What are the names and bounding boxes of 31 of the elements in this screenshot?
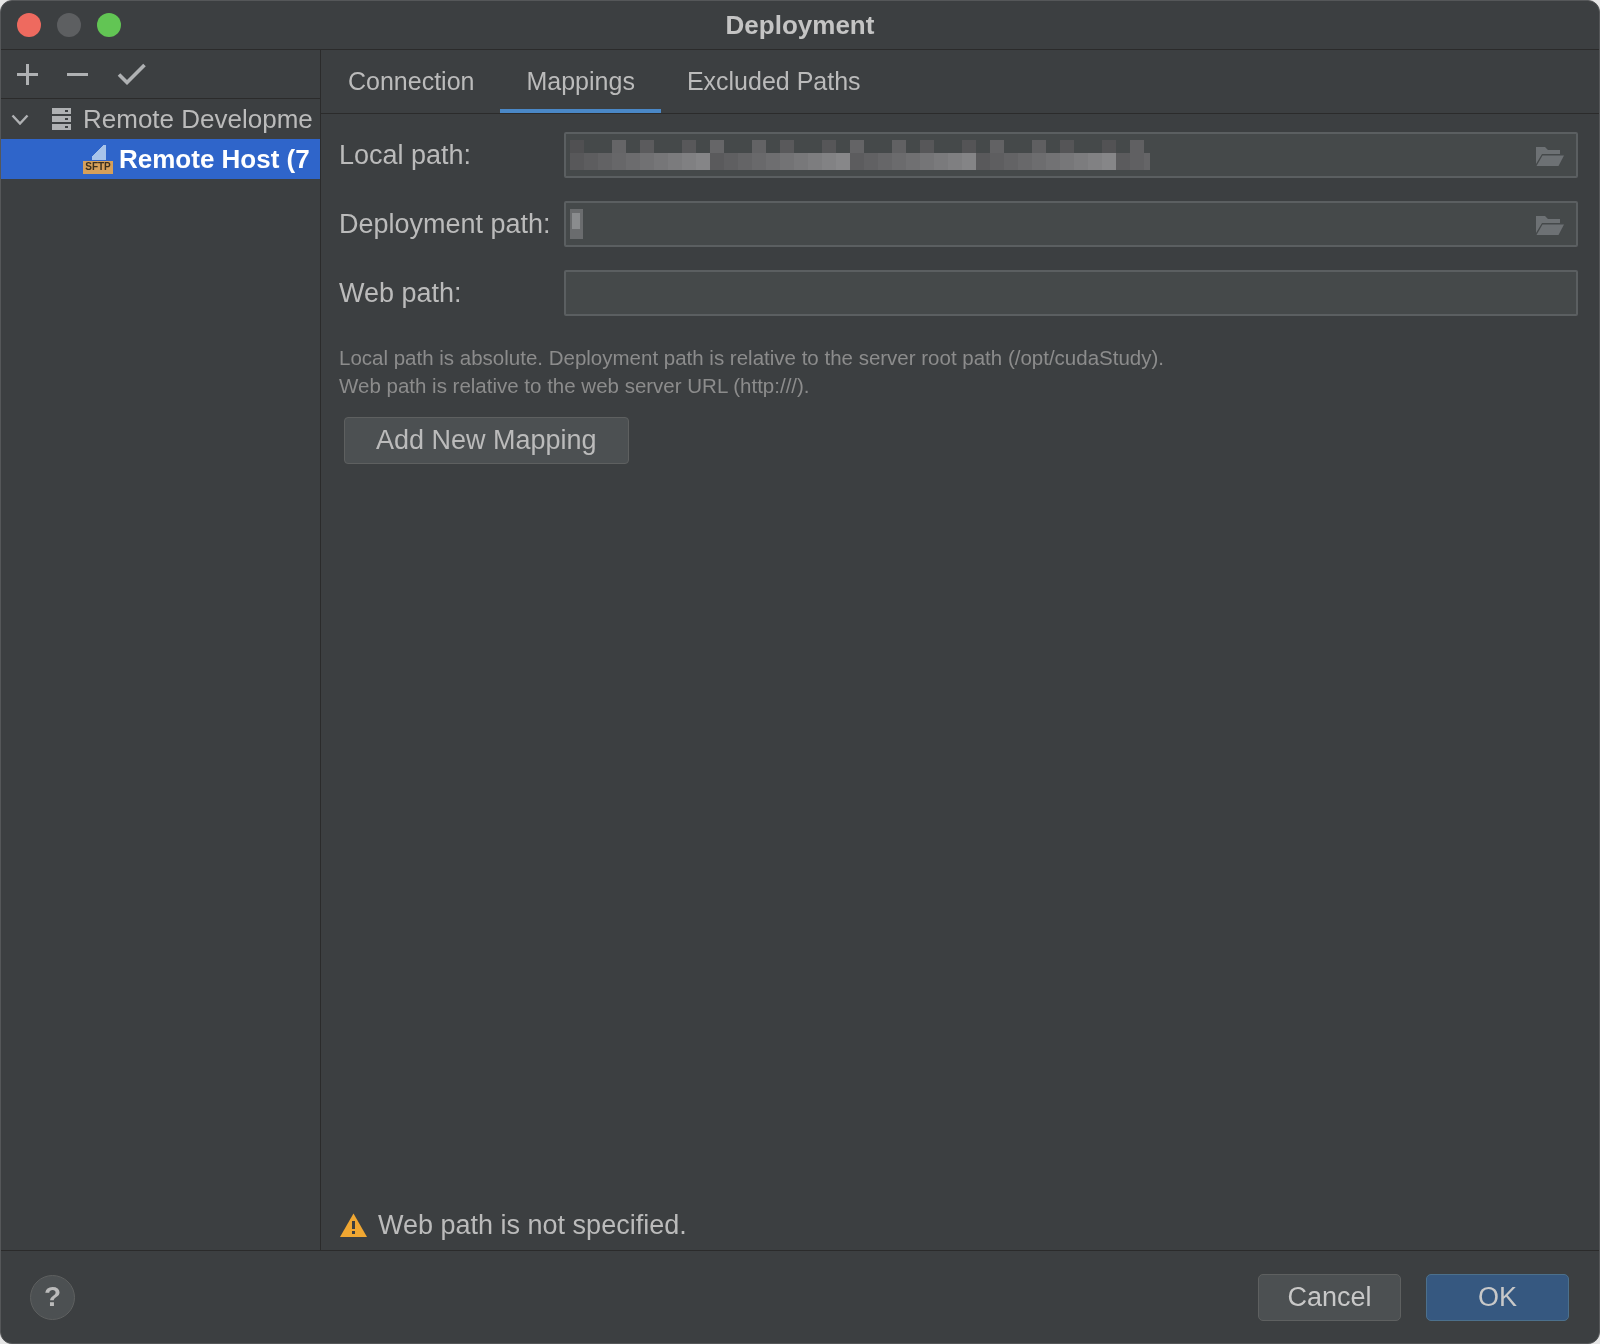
text-field[interactable]	[564, 270, 1578, 316]
add-mapping-button[interactable]: Add New Mapping	[344, 417, 629, 464]
cancel-button[interactable]: Cancel	[1258, 1273, 1401, 1321]
check-icon[interactable]	[117, 63, 146, 85]
hint-text: Local path is absolute. Deployment path is relative to the server root path (/opt/cudaStudy).	[339, 345, 1165, 371]
text-field[interactable]	[564, 201, 1578, 247]
tab[interactable]: Connection	[322, 50, 501, 113]
server-icon	[52, 108, 71, 130]
plus-icon[interactable]	[17, 63, 38, 85]
hint-text: Web path is relative to the web server URL (http:///).	[339, 373, 811, 399]
chevron-down-icon[interactable]	[11, 113, 29, 125]
tab[interactable]: Mappings	[500, 50, 661, 113]
sftp-file-icon: SFTP	[83, 144, 113, 174]
zoom-button[interactable]	[97, 13, 121, 37]
minus-icon[interactable]	[67, 72, 88, 76]
tree-item[interactable]: SFTP Remote Host (7	[1, 139, 320, 179]
folder-icon[interactable]	[1536, 213, 1564, 235]
warning-icon	[340, 1212, 367, 1237]
close-button[interactable]	[17, 13, 41, 37]
warning-text: Web path is not specified.	[378, 1208, 687, 1242]
window-title: Deployment	[725, 8, 875, 42]
tree-item[interactable]: Remote Developme	[1, 99, 320, 139]
text-field[interactable]	[564, 132, 1578, 178]
blurred-text-drawing	[570, 209, 583, 239]
field-label: Web path:	[339, 276, 463, 310]
ok-button[interactable]: OK	[1426, 1273, 1569, 1321]
help-button[interactable]: ?	[30, 1274, 75, 1320]
folder-icon[interactable]	[1536, 144, 1564, 166]
field-label: Deployment path:	[339, 207, 552, 241]
tab[interactable]: Excluded Paths	[660, 50, 887, 113]
field-label: Local path:	[339, 138, 473, 172]
